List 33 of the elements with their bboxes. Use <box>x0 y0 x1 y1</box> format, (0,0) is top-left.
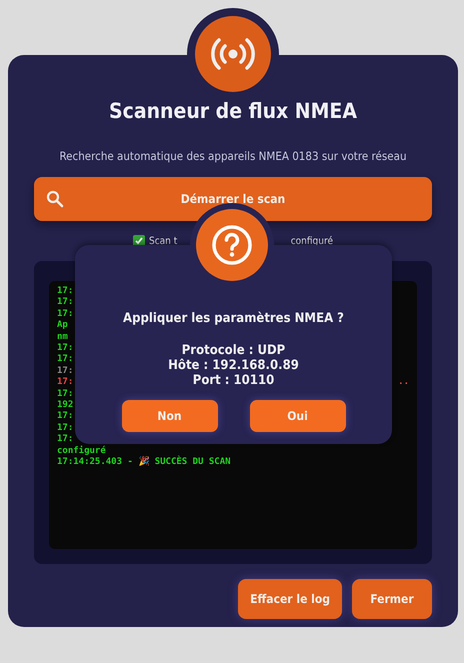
footer-button[interactable]: Fermer <box>352 579 432 619</box>
log-line: 17:14:25.403 - 🎉 SUCCÈS DU SCAN <box>57 457 231 468</box>
log-line: 17: <box>57 366 74 378</box>
start-scan-button[interactable]: Démarrer le scan <box>34 177 432 221</box>
panel-subtitle: Recherche automatique des appareils NMEA 0183 sur votre réseau <box>59 149 407 163</box>
log-line: 192 <box>57 400 74 412</box>
option-label: Scan t <box>149 236 178 246</box>
dialog-button[interactable]: Non <box>122 400 218 432</box>
dialog-detail: Hôte : 192.168.0.89 <box>168 358 299 373</box>
log-line: configuré <box>57 446 106 457</box>
question-icon <box>211 224 253 266</box>
broadcast-icon <box>210 37 256 71</box>
dialog-detail: Port : 10110 <box>192 373 274 388</box>
search-icon <box>46 190 64 208</box>
option-label: configuré <box>290 236 333 246</box>
log-line: 17: <box>57 434 74 446</box>
log-line: 17: <box>57 388 74 400</box>
log-line: .. <box>398 377 409 389</box>
dialog-button[interactable]: Oui <box>250 400 346 432</box>
log-line: 17: <box>57 422 74 434</box>
log-line: 17: <box>57 297 74 309</box>
log-line: 17: <box>57 377 74 389</box>
log-line: Ap <box>57 320 68 332</box>
dialog-detail: Protocole : UDP <box>182 343 286 358</box>
log-line: 17: <box>57 411 74 423</box>
log-line: 17: <box>57 343 74 354</box>
log-line: 17: <box>57 308 74 320</box>
log-line: 17: <box>57 286 74 298</box>
footer-button[interactable]: Effacer le log <box>238 579 342 619</box>
dialog-title: Appliquer les paramètres NMEA ? <box>123 311 344 326</box>
log-line: nm <box>57 332 68 344</box>
panel-title: Scanneur de flux NMEA <box>109 99 357 123</box>
log-line: 17: <box>57 354 74 366</box>
